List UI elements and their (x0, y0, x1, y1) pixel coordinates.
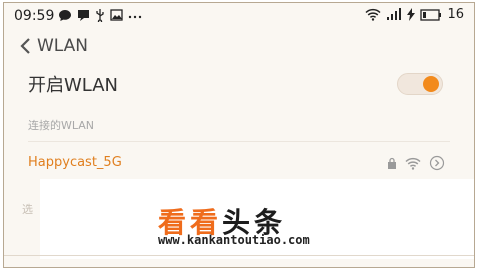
network-icons (387, 155, 445, 171)
lock-icon (388, 157, 396, 169)
usb-icon (96, 9, 104, 22)
back-arrow-icon[interactable] (18, 37, 34, 55)
toggle-knob (423, 76, 439, 92)
connected-wlan-section-label: 连接的WLAN (28, 119, 95, 132)
battery-percent: 16 (447, 7, 464, 22)
chat-bubble-icon (59, 9, 71, 21)
signal-icon (387, 8, 402, 20)
image-icon (110, 9, 123, 21)
page-title: WLAN (37, 36, 89, 56)
network-ssid: Happycast_5G (28, 155, 122, 170)
partial-list-item-text: 选 (22, 203, 33, 216)
status-time: 09:59 (14, 8, 55, 24)
charging-icon (407, 8, 416, 21)
network-details-icon[interactable] (429, 155, 445, 171)
phone-screen: 09:59 16 WLAN 开启WLAN 连接的WLAN Happycast_5… (3, 2, 475, 268)
wlan-toggle-switch[interactable] (397, 73, 443, 95)
watermark-overlay: 看看头条 www.kankantoutiao.com (40, 179, 474, 259)
network-row[interactable]: Happycast_5G (4, 151, 474, 179)
navigation-bar: WLAN (4, 31, 474, 61)
status-bar: 09:59 16 (4, 3, 474, 29)
wifi-icon (365, 8, 381, 21)
bottom-divider (4, 255, 474, 256)
system-icons: 16 (365, 7, 464, 22)
more-icon (128, 15, 142, 19)
battery-icon (420, 8, 442, 21)
message-icon (78, 10, 89, 21)
watermark-url: www.kankantoutiao.com (158, 233, 310, 247)
wlan-enable-label: 开启WLAN (28, 75, 119, 96)
wlan-enable-row[interactable]: 开启WLAN (4, 65, 474, 101)
wifi-strength-icon (405, 157, 421, 170)
notification-icons (58, 8, 142, 22)
divider (28, 141, 450, 142)
